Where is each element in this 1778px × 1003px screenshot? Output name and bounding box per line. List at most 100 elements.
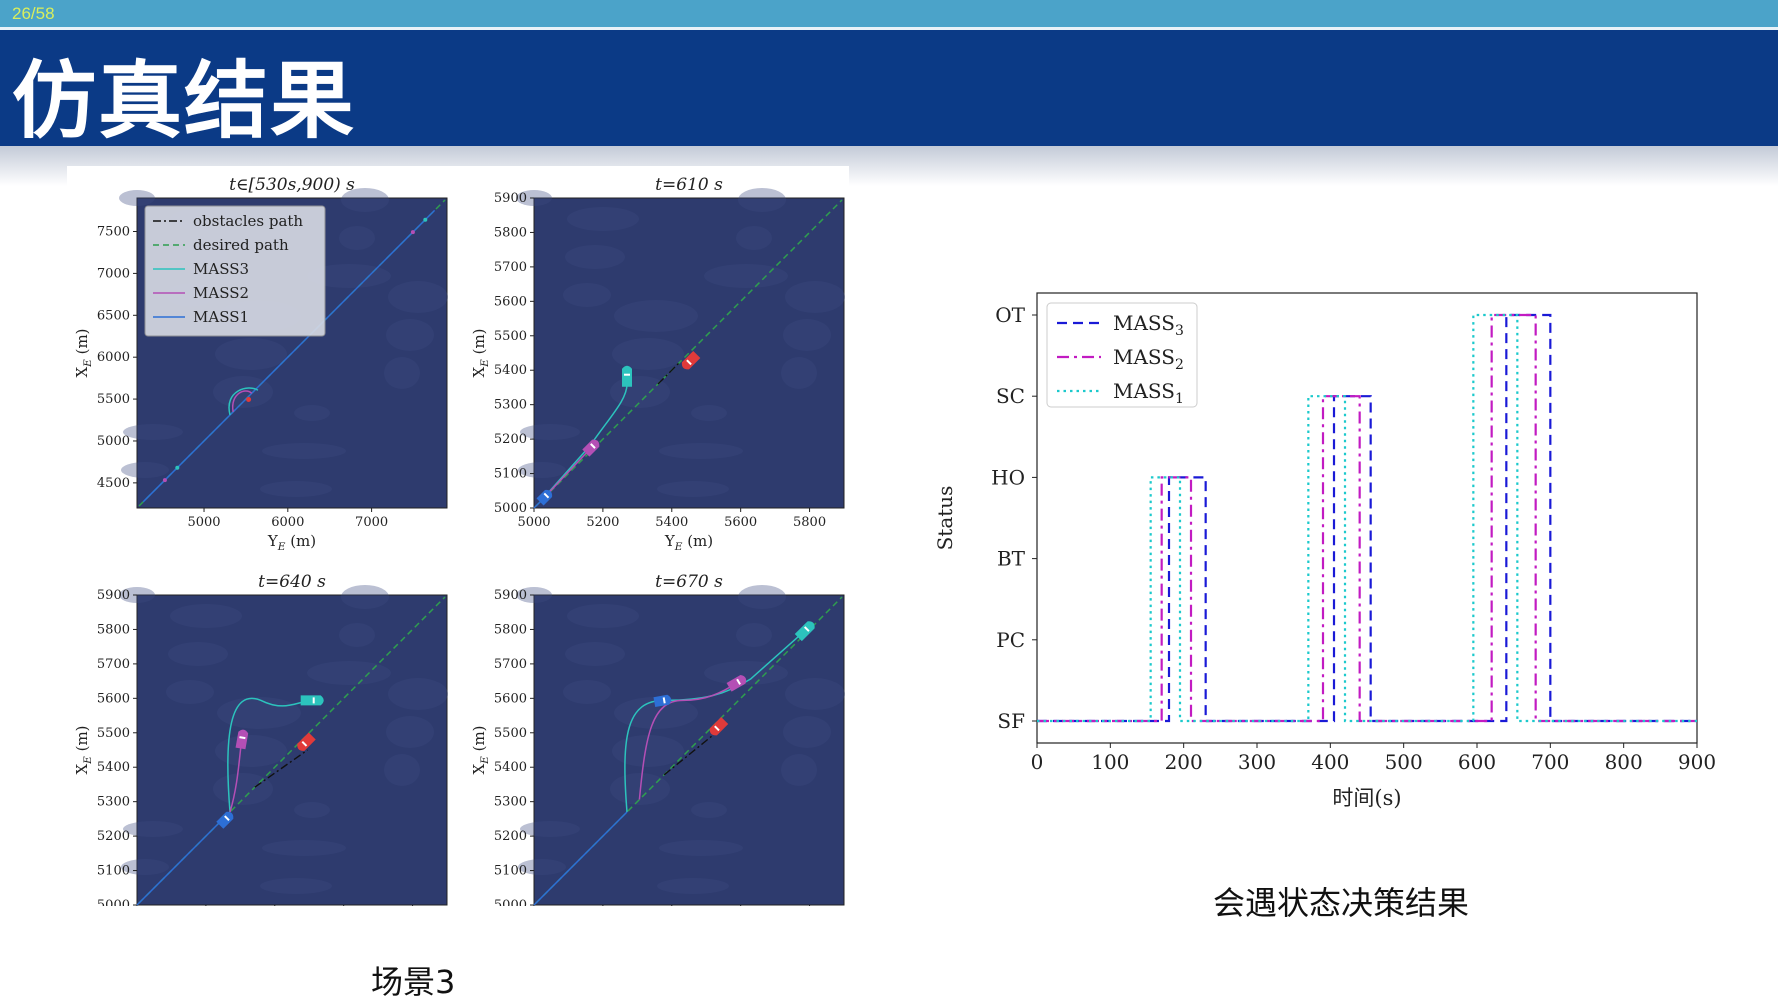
x-tick-label: 7000 (355, 515, 388, 530)
scene-plot-3: t=640 sYE (m)XE (m)500052005400560058005… (73, 572, 448, 950)
legend-label: MASS3 (1113, 311, 1184, 339)
map-texture (612, 338, 684, 370)
x-axis-label-sub: E (674, 541, 683, 553)
map-texture (659, 443, 743, 459)
map-texture (339, 623, 375, 647)
map-texture (704, 264, 788, 288)
y-axis-label-sub: E (82, 359, 94, 368)
map-texture (123, 821, 183, 837)
plot-title: t∈[530s,900) s (229, 175, 355, 195)
y-axis-label-unit: (m) (73, 725, 91, 756)
map-texture (339, 226, 375, 250)
map-texture (168, 642, 228, 666)
map-texture (386, 319, 434, 351)
map-texture (783, 319, 831, 351)
map-texture (781, 754, 817, 786)
y-tick-label: 5000 (494, 501, 527, 516)
y-tick-label: 5200 (494, 829, 527, 844)
map-texture (262, 840, 346, 856)
y-tick-label: 5900 (494, 191, 527, 206)
plot-title: t=610 s (655, 175, 723, 195)
y-axis-label-unit: (m) (73, 328, 91, 359)
y-tick-label: 5000 (97, 434, 130, 449)
map-texture (388, 281, 448, 313)
y-tick-label: 5800 (97, 622, 130, 637)
x-axis-label: 时间(s) (1332, 786, 1401, 810)
y-axis-label-main: X (470, 764, 488, 775)
x-tick-label: 200 (1165, 750, 1203, 774)
map-texture (294, 802, 330, 818)
map-texture (341, 585, 389, 609)
x-tick-label: 800 (1605, 750, 1643, 774)
map-texture (781, 357, 817, 389)
x-tick-label: 400 (1311, 750, 1349, 774)
legend-label: obstacles path (193, 212, 303, 230)
map-texture (294, 405, 330, 421)
y-tick-label: 5300 (97, 795, 130, 810)
map-texture (260, 878, 332, 894)
legend-label-sub: 3 (1175, 323, 1184, 339)
x-tick-label: 5600 (724, 515, 757, 530)
map-texture (123, 424, 183, 440)
scene-plot-4: t=670 sYE (m)XE (m)500052005400560058005… (470, 572, 845, 950)
map-texture (738, 585, 786, 609)
map-texture (307, 661, 391, 685)
x-tick-label: 5800 (793, 515, 826, 530)
x-axis-label: YE (m) (664, 532, 713, 553)
y-tick-label: 5900 (494, 588, 527, 603)
map-texture (386, 716, 434, 748)
legend-label-main: MASS (1113, 345, 1175, 369)
mass3-ship (300, 695, 324, 706)
legend-label: desired path (193, 236, 289, 254)
y-tick-label: 5500 (97, 726, 130, 741)
scene-plot-2: t=610 sYE (m)XE (m)5000 5200 5400 5600 58005… (470, 175, 845, 553)
map-texture (563, 680, 611, 704)
scene-plot-1: t∈[530s,900) sYE (m)XE (m)5000 6000 700045… (73, 175, 448, 553)
map-texture (215, 735, 287, 767)
y-tick-label: OT (995, 303, 1025, 327)
y-tick-label: 5500 (97, 392, 130, 407)
y-tick-label: 5000 (494, 898, 527, 906)
y-tick-label: 5700 (494, 657, 527, 672)
mass2-end-marker (410, 230, 415, 235)
y-tick-label: 5500 (494, 329, 527, 344)
map-texture (384, 357, 420, 389)
map-texture (260, 481, 332, 497)
y-tick-label: 5800 (494, 225, 527, 240)
legend-label: MASS3 (193, 260, 249, 278)
x-tick-label: 900 (1678, 750, 1716, 774)
y-tick-label: PC (996, 628, 1025, 652)
y-axis-label: XE (m) (73, 725, 94, 774)
y-tick-label: BT (997, 547, 1026, 571)
legend-label: MASS1 (193, 308, 249, 326)
y-axis-label: XE (m) (470, 725, 491, 774)
y-tick-label: 5100 (494, 467, 527, 482)
map-texture (520, 424, 580, 440)
map-texture (166, 680, 214, 704)
x-tick-label: 100 (1091, 750, 1129, 774)
x-tick-label: 6000 (271, 515, 304, 530)
map-texture (736, 226, 772, 250)
map-texture (657, 878, 729, 894)
y-tick-label: 7000 (97, 266, 130, 281)
scene-plots: t∈[530s,900) sYE (m)XE (m)5000 6000 700045… (73, 175, 845, 950)
map-texture (567, 604, 639, 628)
y-tick-label: 5300 (494, 398, 527, 413)
scene-caption: 场景3 (371, 963, 456, 1001)
y-axis-label-unit: (m) (470, 328, 488, 359)
mass3-ship-marker (312, 697, 315, 704)
y-tick-label: 5600 (494, 691, 527, 706)
y-axis-label-sub: E (479, 359, 491, 368)
mass3-ship-hull (622, 365, 632, 387)
x-axis-label-sub: E (277, 541, 286, 553)
y-axis-label-main: X (73, 764, 91, 775)
y-tick-label: 5400 (97, 760, 130, 775)
legend-label-sub: 2 (1175, 357, 1184, 373)
map-texture (736, 623, 772, 647)
map-texture (691, 802, 727, 818)
x-tick-label: 5000 (187, 515, 220, 530)
map-texture (659, 840, 743, 856)
y-axis-label-sub: E (82, 756, 94, 765)
map-texture (384, 754, 420, 786)
page-number: 26/58 (12, 4, 55, 23)
